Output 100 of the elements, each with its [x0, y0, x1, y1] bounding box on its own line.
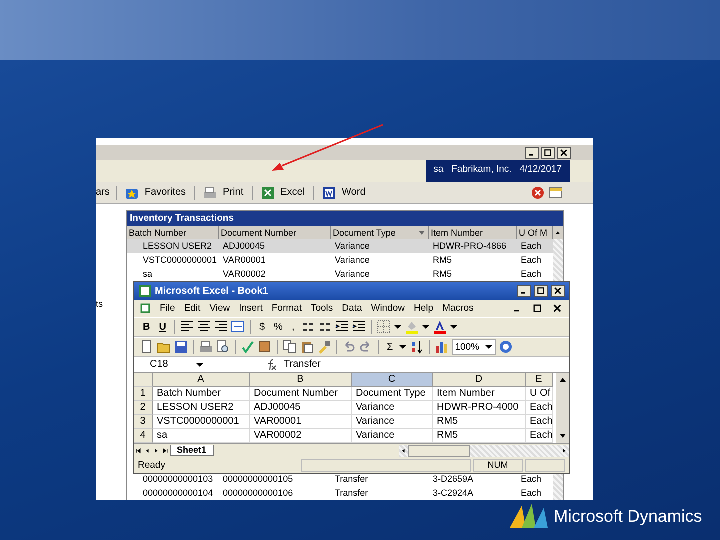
table-row[interactable]: 00000000000104 00000000000106 Transfer 3-C2924A Each — [127, 486, 553, 500]
printer-icon[interactable] — [199, 340, 213, 354]
number-format-button[interactable]: % — [271, 322, 286, 332]
row-header[interactable]: 1 — [134, 387, 153, 401]
workbook-icon[interactable] — [140, 303, 151, 314]
preview-icon[interactable] — [216, 340, 230, 354]
scrollbar[interactable] — [553, 239, 563, 281]
brush-icon[interactable] — [317, 340, 331, 354]
bar-chart-icon[interactable] — [435, 340, 450, 354]
menu-item[interactable]: Tools — [310, 303, 334, 314]
caret-icon[interactable] — [422, 325, 430, 329]
cell[interactable]: VAR00001 — [250, 415, 352, 429]
table-cell-text: VSTC0000000001 — [142, 254, 218, 267]
toolbar-button[interactable]: Word — [320, 186, 368, 200]
indent-icon[interactable] — [334, 320, 349, 334]
column-header[interactable]: D — [433, 373, 526, 387]
cell[interactable]: HDWR-PRO-4000 — [433, 401, 526, 415]
table-cell-text: 3-D2659A — [432, 473, 475, 486]
cell[interactable]: Each — [526, 401, 553, 415]
number-format-button[interactable]: , — [288, 322, 298, 332]
window-icon[interactable] — [549, 186, 563, 200]
table-row[interactable]: VSTC0000000001 VAR00001 Variance RM5 Each — [127, 253, 553, 267]
toolbar-button[interactable]: Excel — [258, 186, 308, 200]
decimal-icon[interactable] — [318, 320, 332, 334]
table-row[interactable]: LESSON USER2 ADJ00045 Variance HDWR-PRO-4866 Each — [127, 239, 553, 253]
column-header[interactable]: C — [352, 373, 433, 387]
stop-icon[interactable] — [531, 186, 545, 200]
cell[interactable]: U Of — [526, 387, 553, 401]
caret-icon[interactable] — [394, 325, 402, 329]
spreadsheet-icon[interactable] — [260, 186, 275, 200]
sheet-tab[interactable]: Sheet1 — [170, 445, 214, 456]
new-document-icon[interactable] — [140, 340, 154, 354]
column-header[interactable]: A — [153, 373, 250, 387]
copy-icon[interactable] — [283, 340, 297, 354]
table-cell-text: Transfer — [334, 487, 370, 500]
menu-item[interactable]: Help — [414, 303, 434, 314]
name-box[interactable]: C18 — [134, 359, 204, 370]
font-color-icon[interactable] — [432, 320, 447, 334]
restore-icon[interactable] — [532, 303, 543, 314]
row-header[interactable]: 4 — [134, 429, 153, 443]
number-format-button[interactable]: $ — [256, 322, 268, 332]
table-cell: LESSON USER2 — [127, 239, 219, 253]
cell[interactable]: RM5 — [433, 415, 526, 429]
menu-item[interactable]: Edit — [184, 303, 201, 314]
indent-icon[interactable] — [352, 320, 366, 334]
menu-item[interactable]: Insert — [239, 303, 263, 314]
help-icon[interactable] — [499, 340, 514, 354]
brand-name: Microsoft Dynamics — [554, 507, 702, 527]
menu-item[interactable]: Data — [342, 303, 362, 314]
caret-icon[interactable] — [399, 345, 408, 349]
merge-icon[interactable] — [231, 320, 246, 334]
decimal-icon[interactable] — [300, 320, 315, 334]
table-cell: ADJ00045 — [219, 239, 331, 253]
autosum-button[interactable]: Σ — [384, 342, 396, 352]
menu-item[interactable]: Macros — [442, 303, 474, 314]
column-header[interactable]: E — [526, 373, 553, 387]
align-center-icon[interactable] — [197, 320, 212, 334]
table-cell-text: sa — [142, 268, 154, 281]
format-button[interactable]: U — [156, 322, 170, 332]
sort-icon[interactable] — [410, 340, 424, 354]
menu-item[interactable]: Format — [272, 303, 302, 314]
scrollbar[interactable] — [553, 472, 563, 500]
table-row[interactable]: 00000000000103 00000000000105 Transfer 3-D2659A Each — [127, 472, 553, 486]
status-panel — [525, 458, 565, 472]
scrollbar[interactable] — [556, 373, 569, 443]
cell[interactable]: Each — [526, 415, 553, 429]
toolbar-button[interactable]: Favorites — [122, 186, 188, 200]
formula-field[interactable]: Transfer — [284, 359, 321, 370]
cell[interactable]: VSTC0000000001 — [153, 415, 250, 429]
cell[interactable]: Batch Number — [153, 387, 250, 401]
checkmark-icon[interactable] — [241, 340, 255, 354]
printer-icon[interactable] — [203, 186, 218, 200]
cell[interactable]: Document Type — [352, 387, 433, 401]
cell[interactable]: Item Number — [433, 387, 526, 401]
zoom-field[interactable]: 100% — [452, 339, 496, 355]
format-button[interactable]: B — [140, 322, 154, 332]
menu-item[interactable]: File — [160, 303, 176, 314]
cell[interactable]: Variance — [352, 415, 433, 429]
scrollbar[interactable] — [399, 444, 569, 456]
cell[interactable]: Document Number — [250, 387, 352, 401]
table-cell-text: RM5 — [432, 268, 454, 281]
menu-item[interactable]: View — [210, 303, 230, 314]
caret-icon[interactable] — [450, 325, 458, 329]
cell[interactable]: LESSON USER2 — [153, 401, 250, 415]
cell[interactable]: ADJ00045 — [250, 401, 352, 415]
table-row[interactable]: sa VAR00002 Variance RM5 Each — [127, 267, 553, 281]
align-left-icon[interactable] — [180, 320, 194, 334]
row-header[interactable]: 2 — [134, 401, 153, 415]
document-icon[interactable] — [322, 186, 336, 200]
row-header[interactable]: 3 — [134, 415, 153, 429]
column-header[interactable]: B — [250, 373, 352, 387]
menu-item[interactable]: Window — [371, 303, 406, 314]
toolbar-button[interactable]: Print — [201, 186, 246, 200]
fill-color-icon[interactable] — [404, 320, 419, 334]
toolbar-label[interactable]: ars — [96, 187, 110, 198]
close-icon[interactable] — [552, 303, 563, 314]
clipboard-icon[interactable] — [300, 340, 314, 354]
borders-icon[interactable] — [376, 320, 391, 334]
cell[interactable]: Variance — [352, 401, 433, 415]
align-right-icon[interactable] — [214, 320, 228, 334]
